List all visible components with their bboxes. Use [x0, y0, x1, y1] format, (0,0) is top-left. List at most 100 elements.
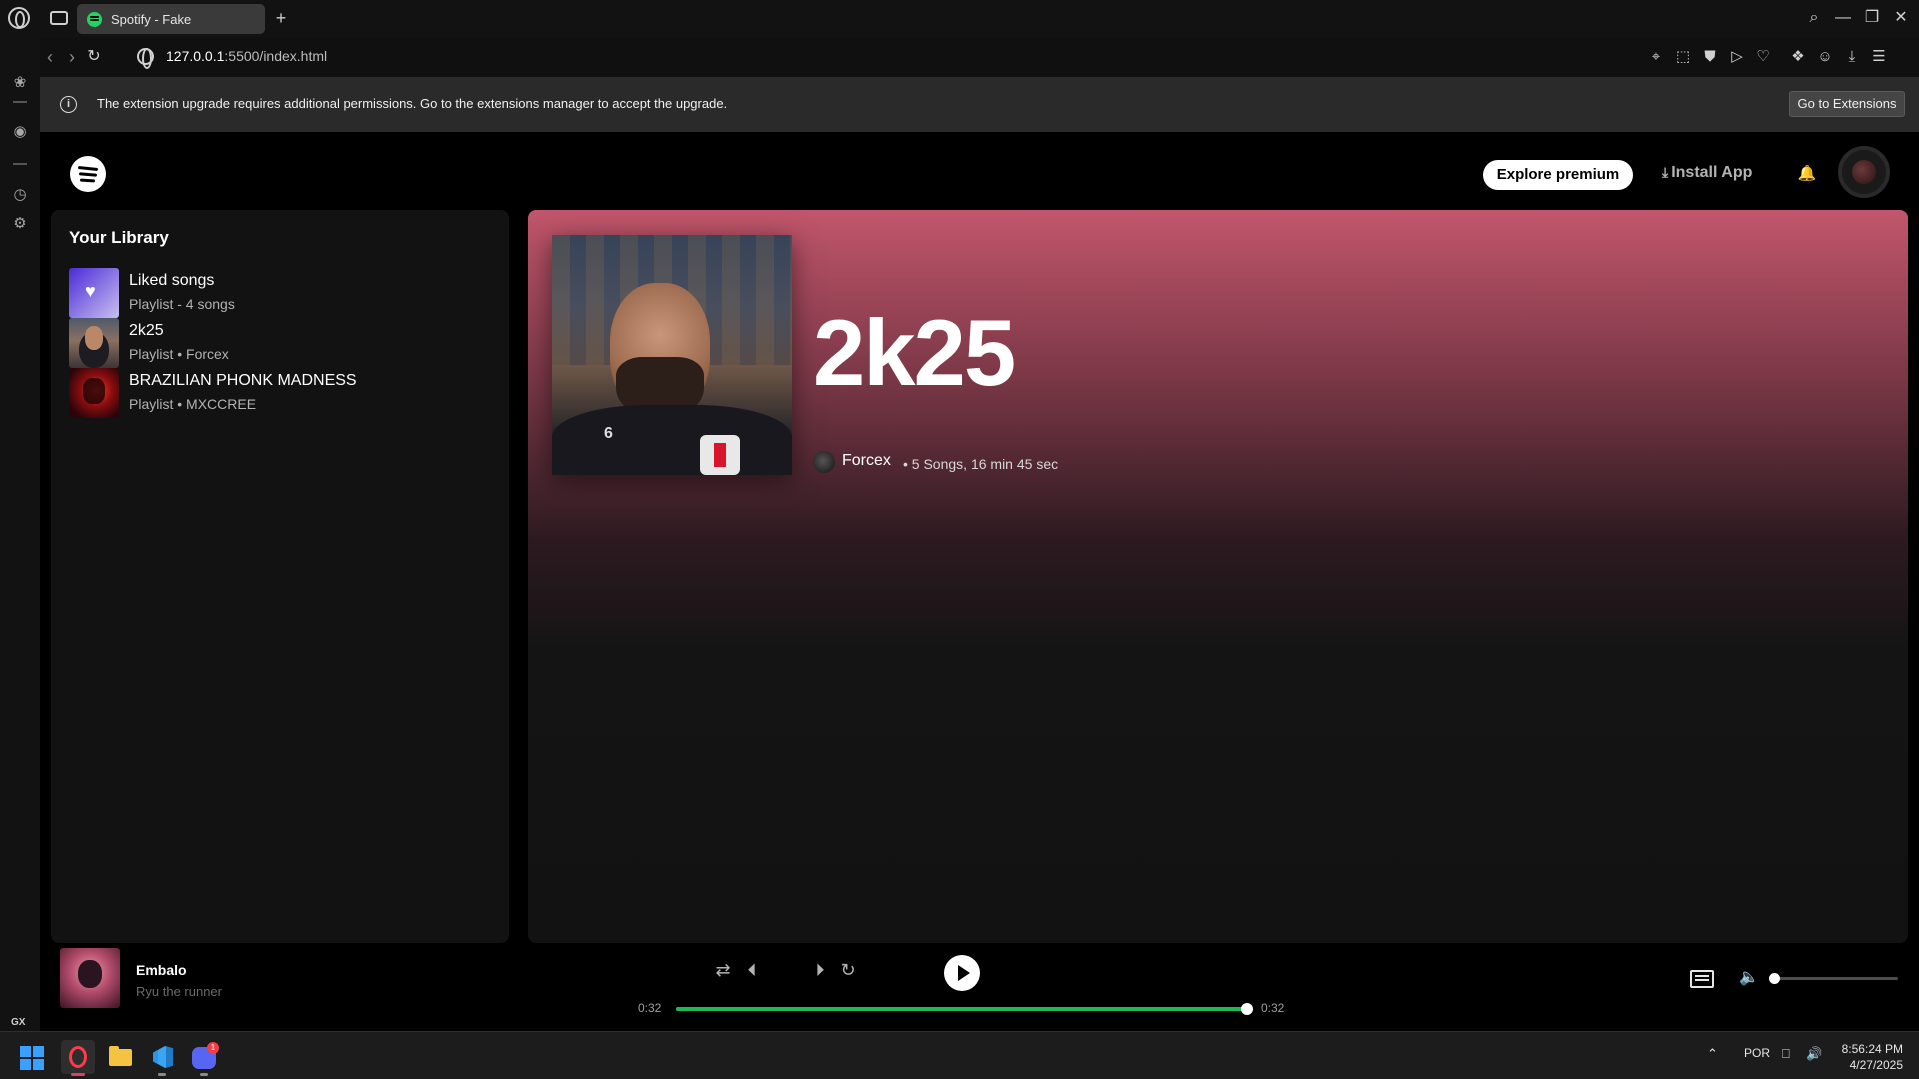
- clock-date: 4/27/2025: [1849, 1058, 1903, 1072]
- playlist-owner-link[interactable]: Forcex: [842, 452, 891, 470]
- install-app-button[interactable]: ⤓ Install App: [1662, 164, 1752, 182]
- pin-icon[interactable]: ⌖: [1646, 47, 1666, 67]
- easy-setup-menu-icon[interactable]: ☰: [1869, 47, 1889, 67]
- minimize-button[interactable]: —: [1832, 8, 1854, 28]
- network-icon[interactable]: ⎕: [1782, 1046, 1790, 1062]
- notifications-bell-icon[interactable]: 🔔: [1797, 163, 1817, 185]
- taskbar-active-indicator: [71, 1073, 85, 1076]
- opera-sidebar: ❀ ◉ ◷ ⚙ GX •••: [0, 37, 40, 1054]
- close-window-button[interactable]: ✕: [1890, 8, 1912, 28]
- opera-gx-icon: [69, 1046, 87, 1068]
- speaker-icon[interactable]: 🔊: [1806, 1046, 1822, 1062]
- windows-taskbar: 1 ⌃ POR ⎕ 🔊 8:56:24 PM 4/27/2025: [0, 1031, 1919, 1079]
- spotify-app: Explore premium ⤓ Install App 🔔 Your Libr…: [40, 132, 1919, 1031]
- taskbar-file-explorer[interactable]: [103, 1040, 137, 1074]
- settings-gear-icon[interactable]: ⚙: [10, 214, 30, 234]
- profile-icon[interactable]: ☺: [1815, 47, 1835, 67]
- heart-icon: ♥: [85, 281, 96, 301]
- library-item-brazilian-phonk[interactable]: BRAZILIAN PHONK MADNESS Playlist • MXCCR…: [69, 368, 489, 418]
- queue-icon[interactable]: [1690, 970, 1714, 988]
- volume-icon[interactable]: 🔈: [1738, 967, 1760, 989]
- tab-title: Spotify - Fake: [111, 11, 192, 27]
- vscode-icon: [153, 1046, 173, 1068]
- show-hidden-icons-chevron-icon[interactable]: ⌃: [1707, 1046, 1718, 1062]
- now-playing-artist[interactable]: Ryu the runner: [136, 984, 222, 999]
- user-avatar[interactable]: [1838, 146, 1890, 198]
- info-icon: i: [60, 96, 77, 113]
- taskbar-opera-gx[interactable]: [61, 1040, 95, 1076]
- system-clock[interactable]: 8:56:24 PM 4/27/2025: [1833, 1041, 1903, 1073]
- history-icon[interactable]: ◷: [10, 185, 30, 205]
- install-app-label: Install App: [1671, 164, 1753, 181]
- library-title: Your Library: [69, 228, 169, 247]
- explore-premium-button[interactable]: Explore premium: [1483, 160, 1633, 190]
- chatgpt-icon[interactable]: ❀: [10, 73, 30, 93]
- sidebar-divider: [13, 101, 27, 103]
- back-button[interactable]: ‹: [40, 45, 60, 69]
- now-playing-title[interactable]: Embalo: [136, 962, 187, 978]
- progress-knob[interactable]: [1241, 1003, 1253, 1015]
- shield-icon[interactable]: ⛊: [1700, 47, 1720, 67]
- download-icon: ⤓: [1662, 164, 1669, 180]
- go-to-extensions-button[interactable]: Go to Extensions: [1789, 91, 1905, 117]
- library-item-subtitle: Playlist • Forcex: [129, 346, 229, 362]
- library-item-name: 2k25: [129, 322, 164, 339]
- now-playing-cover[interactable]: [60, 948, 120, 1008]
- browser-titlebar: Spotify - Fake + ⌕ — ❐ ✕: [0, 0, 1919, 37]
- library-panel: Your Library ♥ Liked songs Playlist - 4 …: [51, 210, 509, 943]
- progress-fill: [676, 1007, 1247, 1011]
- cover-microphone: [700, 435, 740, 475]
- search-tabs-icon[interactable]: ⌕: [1803, 8, 1825, 28]
- time-current: 0:32: [638, 1001, 662, 1015]
- restore-button[interactable]: ❐: [1861, 8, 1883, 28]
- folder-icon: [109, 1046, 132, 1066]
- repeat-icon[interactable]: ↻: [835, 957, 861, 983]
- cover-jersey: [552, 405, 792, 475]
- volume-slider[interactable]: [1769, 973, 1898, 984]
- extension-infobar: i The extension upgrade requires additio…: [40, 77, 1919, 132]
- snapshot-icon[interactable]: ⬚: [1673, 47, 1693, 67]
- cover-jersey-number: 6: [604, 425, 613, 442]
- infobar-message: The extension upgrade requires additiona…: [97, 96, 728, 111]
- playlist-phonk-thumbnail: [69, 368, 119, 418]
- url-field[interactable]: 127.0.0.1:5500/index.html: [166, 48, 327, 64]
- play-button[interactable]: [944, 955, 980, 991]
- time-total: 0:32: [1261, 1001, 1285, 1015]
- spotify-logo-icon[interactable]: [70, 156, 106, 192]
- reload-button[interactable]: ↻: [84, 45, 104, 69]
- tab-manager-icon[interactable]: [50, 11, 68, 25]
- browser-tab-active[interactable]: Spotify - Fake: [77, 4, 265, 34]
- playback-progress-bar[interactable]: [676, 1003, 1253, 1015]
- heart-icon[interactable]: ♡: [1753, 47, 1773, 67]
- forward-button[interactable]: ›: [62, 45, 82, 69]
- windows-start-icon[interactable]: [20, 1046, 44, 1070]
- downloads-icon[interactable]: ⤓: [1842, 47, 1862, 67]
- extensions-puzzle-icon[interactable]: ❖: [1788, 47, 1808, 67]
- spotify-sidebar-icon[interactable]: ◉: [10, 122, 30, 142]
- language-indicator[interactable]: POR: [1744, 1046, 1770, 1060]
- opera-menu-icon[interactable]: [8, 7, 30, 29]
- library-item-subtitle: Playlist - 4 songs: [129, 296, 235, 312]
- shuffle-icon[interactable]: ⇄: [710, 957, 736, 983]
- new-tab-button[interactable]: +: [272, 8, 290, 28]
- next-track-icon[interactable]: ⏵: [807, 957, 833, 983]
- volume-knob[interactable]: [1769, 973, 1780, 984]
- taskbar-running-indicator: [158, 1073, 166, 1076]
- playlist-meta: • 5 Songs, 16 min 45 sec: [903, 456, 1059, 472]
- library-item-2k25[interactable]: 2k25 Playlist • Forcex: [69, 318, 489, 368]
- owner-avatar[interactable]: [813, 451, 835, 473]
- discord-notification-badge: 1: [207, 1042, 219, 1054]
- previous-track-icon[interactable]: ⏴: [739, 957, 765, 983]
- player-bar: Embalo Ryu the runner ⇄ ⏴ ⏵ ↻ 0:32 0:32 …: [40, 943, 1919, 1031]
- library-item-subtitle: Playlist • MXCCREE: [129, 396, 257, 412]
- library-item-name: Liked songs: [129, 272, 215, 289]
- playlist-cover-image: 6: [552, 235, 792, 475]
- taskbar-vscode[interactable]: [145, 1040, 179, 1076]
- url-path: :5500/index.html: [224, 48, 328, 64]
- address-bar: ‹ › ↻ 127.0.0.1:5500/index.html ⌖ ⬚ ⛊ ▷ …: [40, 37, 1919, 77]
- gx-label[interactable]: GX: [11, 1017, 25, 1028]
- library-item-liked-songs[interactable]: ♥ Liked songs Playlist - 4 songs: [69, 268, 489, 318]
- player-play-icon[interactable]: ▷: [1727, 47, 1747, 67]
- taskbar-discord[interactable]: 1: [187, 1040, 221, 1076]
- site-info-globe-icon[interactable]: [137, 48, 154, 69]
